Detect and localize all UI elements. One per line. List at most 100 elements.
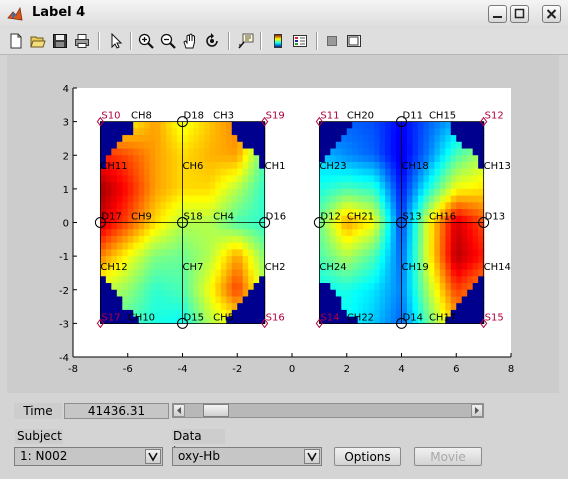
channel-label[interactable]: CH14 [484,262,511,273]
channel-label[interactable]: CH16 [429,212,456,223]
channel-label[interactable]: CH8 [131,111,152,122]
channel-label[interactable]: CH4 [213,212,234,223]
map-2-cell [390,202,397,210]
map-2-cell [363,195,370,203]
channel-label[interactable]: CH11 [100,161,127,172]
channel-label[interactable]: CH23 [319,161,346,172]
channel-label[interactable]: CH5 [213,312,234,323]
map-1-cell [138,289,145,298]
map-1-cell [122,141,129,150]
map-1-cell [133,168,140,177]
map-1-cell [116,303,123,311]
map-1-cell [171,209,178,217]
map-1-cell [166,209,173,217]
map-2-cell [368,175,375,183]
map-1-cell [122,121,129,129]
map-1-cell [226,296,233,304]
subject-select[interactable]: 1: N002 [14,447,163,466]
map-2-cell [352,188,359,197]
time-slider[interactable] [172,403,484,418]
channel-label[interactable]: CH24 [319,262,346,273]
map-2-cell [341,242,348,250]
channel-label[interactable]: CH18 [402,161,429,172]
channel-label[interactable]: CH9 [131,212,152,223]
map-2-cell [357,296,364,304]
map-2-cell [467,316,474,324]
map-1-cell [237,309,244,318]
map-2-cell [374,141,381,150]
map-1-cell [226,141,233,150]
map-1-cell [182,141,189,150]
source-label: S17 [101,312,120,323]
channel-label[interactable]: CH3 [213,111,234,122]
map-1-cell [242,256,249,264]
map-2-cell [352,148,359,156]
map-1-cell [149,269,156,277]
map-1-cell [242,209,249,217]
map-2-cell [467,215,474,224]
slider-right-arrow[interactable] [471,404,483,417]
slider-left-arrow[interactable] [173,404,185,417]
map-2-cell [472,128,479,136]
channel-label[interactable]: CH22 [347,312,374,323]
map-1-cell [155,215,162,224]
channel-label[interactable]: CH12 [100,262,127,273]
map-2-cell [428,235,435,244]
map-2-cell [472,155,479,163]
channel-label[interactable]: CH10 [128,312,155,323]
map-2-cell [335,135,342,143]
map-1-cell [149,175,156,183]
map-2-cell [450,182,457,190]
map-2-cell [379,155,386,163]
map-2-cell [324,135,331,143]
map-1-cell [215,188,222,197]
channel-label[interactable]: CH19 [402,262,429,273]
map-1-cell [204,148,211,156]
subject-dropdown-arrow[interactable] [145,449,161,464]
topography-plot[interactable]: D18D17 S18 D16D15S10 S19S17 S16CH8 CH3CH11 CH6… [0,0,568,400]
channel-label[interactable]: CH21 [347,212,374,223]
channel-label[interactable]: CH1 [265,161,286,172]
channel-label[interactable]: CH13 [484,161,511,172]
map-1-cell [215,148,222,156]
x-tick-label: -8 [68,364,78,375]
channel-label[interactable]: CH6 [183,161,204,172]
map-2-cell [368,148,375,156]
map-1-cell [215,141,222,150]
movie-button[interactable]: Movie [414,447,482,466]
map-2-cell [434,182,441,190]
slider-thumb[interactable] [202,404,229,417]
channel-label[interactable]: CH7 [183,262,204,273]
channel-label[interactable]: CH20 [347,111,374,122]
map-2-cell [330,141,337,150]
map-2-cell [434,161,441,170]
channel-label[interactable]: CH15 [429,111,456,122]
map-2-cell [406,121,414,129]
map-2-cell [363,296,370,304]
map-2-cell [456,202,463,210]
map-1-cell [127,155,134,163]
map-1-cell [160,283,167,291]
datatype-dropdown-arrow[interactable] [304,449,320,464]
map-1-cell [242,222,249,230]
map-2-cell [335,141,342,150]
map-1-cell [111,242,118,250]
map-1-cell [187,188,195,197]
map-1-cell [215,256,222,264]
map-1-cell [237,168,244,177]
map-2-cell [385,316,392,324]
map-1-cell [171,242,178,250]
map-1-cell [248,135,255,143]
map-2-cell [385,161,392,170]
datatype-select[interactable]: oxy-Hb [172,447,322,466]
options-button[interactable]: Options [334,447,401,466]
map-1-cell [166,289,173,298]
map-2-cell [445,195,452,203]
map-1-cell [160,188,167,197]
map-2-cell [374,161,381,170]
channel-label[interactable]: CH17 [429,312,456,323]
channel-label[interactable]: CH2 [265,262,286,273]
map-1-cell [242,155,249,163]
map-1-cell [198,276,206,284]
map-1-cell [111,195,118,203]
